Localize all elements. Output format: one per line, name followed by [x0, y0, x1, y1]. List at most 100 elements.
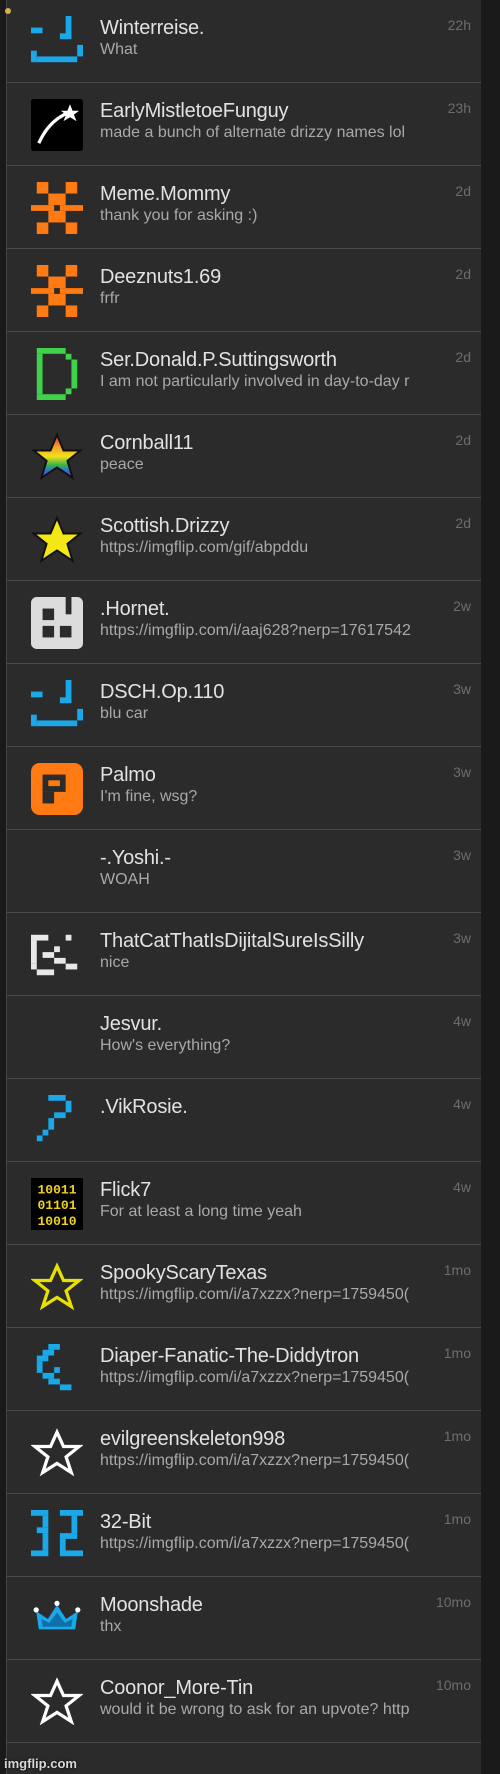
message-preview: thx: [100, 1618, 122, 1635]
conversation-row[interactable]: 10011 01101 10010 Flick7 For at least a lo…: [7, 1162, 481, 1245]
conversation-row[interactable]: Scottish.Drizzy https://imgflip.com/gif/a…: [7, 498, 481, 581]
timestamp: 22h: [447, 17, 471, 33]
username[interactable]: Winterreise.: [100, 17, 204, 40]
timestamp: 23h: [447, 100, 471, 116]
white-pixel-icon: [31, 934, 78, 976]
conversation-row[interactable]: Deeznuts1.69 frfr 2d: [7, 249, 481, 332]
gray-pixel-icon: [31, 597, 83, 649]
yellow-star-icon: [31, 515, 83, 564]
username[interactable]: Coonor_More-Tin: [100, 1677, 253, 1700]
orange-pixel-icon: [31, 265, 83, 317]
conversation-row[interactable]: 32-Bit https://imgflip.com/i/a7xzzx?nerp=…: [7, 1494, 481, 1577]
timestamp: 10mo: [435, 1677, 471, 1693]
username[interactable]: Deeznuts1.69: [100, 266, 221, 289]
username[interactable]: Jesvur.: [100, 1013, 162, 1036]
timestamp: 2d: [455, 515, 471, 531]
username[interactable]: .VikRosie.: [100, 1096, 188, 1119]
username[interactable]: 32-Bit: [100, 1511, 151, 1534]
shooting-star-icon: [31, 99, 83, 151]
message-preview: For at least a long time yeah: [100, 1203, 302, 1220]
username[interactable]: Moonshade: [100, 1594, 203, 1617]
message-preview: blu car: [100, 705, 149, 722]
username[interactable]: -.Yoshi.-: [100, 847, 171, 870]
orange-pixel-icon: [31, 265, 83, 317]
yellow-outline-star-icon: [31, 1261, 83, 1313]
green-d-icon: [31, 348, 83, 400]
message-preview: https://imgflip.com/i/a7xzzx?nerp=175945…: [100, 1452, 410, 1469]
rainbow-star-icon: [31, 432, 83, 481]
username[interactable]: Meme.Mommy: [100, 183, 230, 206]
timestamp: 4w: [453, 1179, 471, 1195]
rainbow-star-icon: [31, 431, 83, 483]
timestamp: 2d: [455, 349, 471, 365]
username[interactable]: EarlyMistletoeFunguy: [100, 100, 289, 123]
blue-question-icon: [36, 1095, 72, 1142]
conversation-row[interactable]: evilgreenskeleton998 https://imgflip.com/…: [7, 1411, 481, 1494]
conversation-row[interactable]: Cornball11 peace 2d: [7, 415, 481, 498]
blank-icon: [31, 846, 83, 898]
blue-question-icon: [31, 1095, 83, 1147]
blue-32-icon: [31, 1510, 83, 1562]
username[interactable]: SpookyScaryTexas: [100, 1262, 267, 1285]
message-preview: https://imgflip.com/i/aaj628?nerp=176175…: [100, 622, 411, 639]
timestamp: 1mo: [443, 1262, 471, 1278]
message-preview: would it be wrong to ask for an upvote? …: [100, 1701, 410, 1718]
conversation-row[interactable]: DSCH.Op.110 blu car 3w: [7, 664, 481, 747]
conversation-row[interactable]: Moonshade thx 10mo: [7, 1577, 481, 1660]
conversation-row[interactable]: Coonor_More-Tin would it be wrong to ask …: [7, 1660, 481, 1743]
message-preview: peace: [100, 456, 144, 473]
timestamp: 2d: [455, 432, 471, 448]
yellow-outline-star-icon: [31, 1262, 83, 1311]
username[interactable]: Flick7: [100, 1179, 151, 1202]
message-preview: thank you for asking :): [100, 207, 258, 224]
conversation-row[interactable]: EarlyMistletoeFunguy made a bunch of alte…: [7, 83, 481, 166]
yellow-star-icon: [31, 514, 83, 566]
blue-smiley-icon: [31, 16, 83, 63]
binary-icon: 10011 01101 10010: [31, 1178, 83, 1230]
blue-pixel-icon: [31, 1344, 83, 1396]
blue-smiley-icon: [31, 680, 83, 727]
username[interactable]: Cornball11: [100, 432, 193, 455]
conversation-row[interactable]: Palmo I'm fine, wsg? 3w: [7, 747, 481, 830]
conversation-row[interactable]: SpookyScaryTexas https://imgflip.com/i/a7…: [7, 1245, 481, 1328]
timestamp: 3w: [453, 764, 471, 780]
conversation-row[interactable]: Ser.Donald.P.Suttingsworth I am not parti…: [7, 332, 481, 415]
blue-smiley-icon: [31, 16, 83, 68]
conversation-row[interactable]: .VikRosie. 4w: [7, 1079, 481, 1162]
white-outline-star-icon: [31, 1428, 83, 1477]
conversation-row[interactable]: Diaper-Fanatic-The-Diddytron https://imgf…: [7, 1328, 481, 1411]
conversation-row[interactable]: ThatCatThatIsDijitalSureIsSilly nice 3w: [7, 913, 481, 996]
conversation-row[interactable]: Winterreise. What 22h: [7, 0, 481, 83]
username[interactable]: Scottish.Drizzy: [100, 515, 229, 538]
message-preview: nice: [100, 954, 130, 971]
username[interactable]: DSCH.Op.110: [100, 681, 224, 704]
green-d-icon: [36, 348, 78, 400]
username[interactable]: .Hornet.: [100, 598, 170, 621]
timestamp: 2d: [455, 266, 471, 282]
timestamp: 2w: [453, 598, 471, 614]
conversation-row[interactable]: -.Yoshi.- WOAH 3w: [7, 830, 481, 913]
orange-pixel-icon: [31, 182, 83, 234]
username[interactable]: Ser.Donald.P.Suttingsworth: [100, 349, 337, 372]
watermark: imgflip.com: [4, 1756, 77, 1771]
message-preview: I'm fine, wsg?: [100, 788, 198, 805]
username[interactable]: ThatCatThatIsDijitalSureIsSilly: [100, 930, 364, 953]
blue-crown-icon: [33, 1600, 81, 1630]
conversation-row[interactable]: .Hornet. https://imgflip.com/i/aaj628?ner…: [7, 581, 481, 664]
username[interactable]: Diaper-Fanatic-The-Diddytron: [100, 1345, 359, 1368]
white-outline-star-icon: [31, 1677, 83, 1726]
orange-pixel-icon: [31, 182, 83, 234]
conversation-row[interactable]: Jesvur. How's everything? 4w: [7, 996, 481, 1079]
timestamp: 1mo: [443, 1345, 471, 1361]
message-preview: WOAH: [100, 871, 150, 888]
conversation-row[interactable]: Meme.Mommy thank you for asking :) 2d: [7, 166, 481, 249]
message-preview: https://imgflip.com/gif/abpddu: [100, 539, 309, 556]
username[interactable]: evilgreenskeleton998: [100, 1428, 285, 1451]
timestamp: 1mo: [443, 1428, 471, 1444]
username[interactable]: Palmo: [100, 764, 156, 787]
orange-p-icon: [31, 763, 83, 815]
timestamp: 1mo: [443, 1511, 471, 1527]
blank-icon: [31, 1012, 83, 1064]
blue-smiley-icon: [31, 680, 83, 732]
message-preview: frfr: [100, 290, 120, 307]
